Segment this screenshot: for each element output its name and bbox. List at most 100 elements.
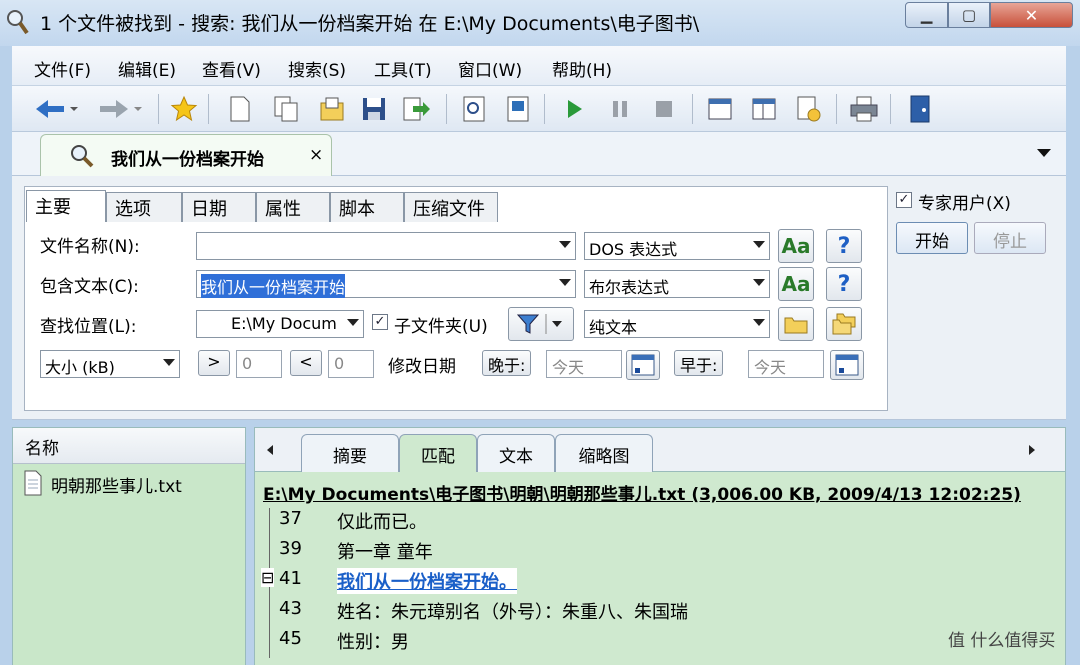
menu-search[interactable]: 搜索(S) <box>288 56 346 81</box>
forward-arrow-icon[interactable] <box>92 93 148 125</box>
text-mode-combo[interactable]: 布尔表达式 <box>584 270 770 298</box>
open-folder-icon[interactable] <box>316 93 348 125</box>
help-button-filename[interactable]: ? <box>826 229 862 263</box>
calendar-icon <box>631 354 655 376</box>
filename-label: 文件名称(N): <box>40 237 140 257</box>
before-date-input[interactable]: 今天 <box>748 350 824 378</box>
size-min-input[interactable]: 0 <box>236 350 282 378</box>
view-details-icon[interactable] <box>502 93 534 125</box>
subfolder-label: 子文件夹(U) <box>394 317 488 337</box>
exit-door-icon[interactable] <box>904 93 936 125</box>
window-title: 1 个文件被找到 - 搜索: 我们从一份档案开始 在 E:\My Documen… <box>40 13 700 35</box>
calendar-icon <box>835 354 859 376</box>
settings-document-icon[interactable] <box>792 93 824 125</box>
search-icon <box>71 145 94 168</box>
tab-list-dropdown-icon[interactable] <box>1036 148 1052 158</box>
tab-archives[interactable]: 压缩文件 <box>404 192 498 222</box>
toolbar <box>12 86 1066 132</box>
pause-icon[interactable] <box>604 93 636 125</box>
location-mode-combo[interactable]: 纯文本 <box>584 310 770 338</box>
menu-help[interactable]: 帮助(H) <box>552 56 612 81</box>
filename-mode-combo[interactable]: DOS 表达式 <box>584 232 770 260</box>
tab-date[interactable]: 日期 <box>182 192 256 222</box>
watermark: 值 什么值得买 <box>948 631 1056 651</box>
search-tab-strip: 我们从一份档案开始 × <box>12 132 1066 176</box>
folders-icon <box>832 313 856 335</box>
name-column-header[interactable]: 名称 <box>13 428 245 464</box>
print-icon[interactable] <box>848 93 880 125</box>
size-less-button[interactable]: < <box>290 350 322 376</box>
menu-bar: 文件(F) 编辑(E) 查看(V) 搜索(S) 工具(T) 窗口(W) 帮助(H… <box>12 46 1066 86</box>
text-combo[interactable]: 我们从一份档案开始 <box>196 270 576 298</box>
result-file-name: 明朝那些事儿.txt <box>51 477 182 497</box>
expert-user-checkbox[interactable]: ✓ <box>896 192 912 208</box>
search-tab-label: 我们从一份档案开始 <box>111 150 264 170</box>
browse-multiple-folders-button[interactable] <box>826 307 862 341</box>
expert-user-label: 专家用户(X) <box>918 194 1011 214</box>
export-icon[interactable] <box>400 93 432 125</box>
favorites-star-icon[interactable] <box>168 93 200 125</box>
scroll-left-icon[interactable] <box>265 444 275 456</box>
tab-attributes[interactable]: 属性 <box>256 192 330 222</box>
subfolder-checkbox[interactable]: ✓ <box>372 314 388 330</box>
after-button[interactable]: 晚于: <box>482 350 532 376</box>
before-calendar-button[interactable] <box>830 350 864 380</box>
before-button[interactable]: 早于: <box>674 350 724 376</box>
filename-combo[interactable] <box>196 232 576 260</box>
menu-view[interactable]: 查看(V) <box>202 56 261 81</box>
case-sensitive-button-text[interactable]: Aa <box>778 267 814 301</box>
search-criteria-panel: 主要 选项 日期 属性 脚本 压缩文件 文件名称(N): DOS 表达式 Aa … <box>12 176 1066 420</box>
tab-options[interactable]: 选项 <box>106 192 182 222</box>
stop-button[interactable]: 停止 <box>974 222 1046 254</box>
close-tab-icon[interactable]: × <box>309 145 323 165</box>
save-disk-icon[interactable] <box>358 93 390 125</box>
menu-file[interactable]: 文件(F) <box>34 56 91 81</box>
text-file-icon <box>24 470 42 496</box>
size-max-input[interactable]: 0 <box>328 350 374 378</box>
window-refresh-icon[interactable] <box>704 93 736 125</box>
minimize-button[interactable]: ▁ <box>905 2 948 28</box>
filter-button[interactable] <box>508 307 574 341</box>
back-arrow-icon[interactable] <box>28 93 84 125</box>
file-path-link[interactable]: E:\My Documents\电子图书\明朝\明朝那些事儿.txt (3,00… <box>263 480 1021 505</box>
maximize-button[interactable]: ▢ <box>948 2 990 28</box>
modified-date-label: 修改日期 <box>388 357 456 377</box>
location-combo[interactable]: E:\My Docum <box>196 310 364 338</box>
copy-document-icon[interactable] <box>270 93 302 125</box>
scroll-right-icon[interactable] <box>1027 444 1037 456</box>
menu-window[interactable]: 窗口(W) <box>458 56 522 81</box>
browse-folder-button[interactable] <box>778 307 814 341</box>
preview-icon[interactable] <box>458 93 490 125</box>
preview-tabs: 摘要 匹配 文本 缩略图 <box>255 428 1065 472</box>
menu-tools[interactable]: 工具(T) <box>374 56 432 81</box>
tab-thumbnail[interactable]: 缩略图 <box>555 434 653 472</box>
tab-summary[interactable]: 摘要 <box>301 434 399 472</box>
main-window: 1 个文件被找到 - 搜索: 我们从一份档案开始 在 E:\My Documen… <box>0 0 1080 665</box>
size-greater-button[interactable]: > <box>198 350 230 376</box>
folder-icon <box>784 317 808 334</box>
start-button[interactable]: 开始 <box>896 222 968 254</box>
preview-pane: 摘要 匹配 文本 缩略图 E:\My Documents\电子图书\明朝\明朝那… <box>254 427 1066 665</box>
menu-edit[interactable]: 编辑(E) <box>118 56 176 81</box>
after-calendar-button[interactable] <box>626 350 660 380</box>
location-label: 查找位置(L): <box>40 317 137 337</box>
tab-text[interactable]: 文本 <box>477 434 555 472</box>
close-button[interactable]: ✕ <box>990 2 1073 28</box>
new-document-icon[interactable] <box>224 93 256 125</box>
title-bar: 1 个文件被找到 - 搜索: 我们从一份档案开始 在 E:\My Documen… <box>0 0 1080 46</box>
window-layout-icon[interactable] <box>748 93 780 125</box>
collapse-icon[interactable]: ⊟ <box>261 568 275 587</box>
size-unit-combo[interactable]: 大小 (kB) <box>40 350 180 378</box>
play-icon[interactable] <box>558 93 590 125</box>
help-button-text[interactable]: ? <box>826 267 862 301</box>
tab-main[interactable]: 主要 <box>26 190 106 222</box>
tab-matches[interactable]: 匹配 <box>399 434 477 472</box>
tab-script[interactable]: 脚本 <box>330 192 404 222</box>
search-tab[interactable]: 我们从一份档案开始 × <box>40 134 332 176</box>
stop-icon[interactable] <box>648 93 680 125</box>
after-date-input[interactable]: 今天 <box>546 350 622 378</box>
case-sensitive-button[interactable]: Aa <box>778 229 814 263</box>
text-label: 包含文本(C): <box>40 277 139 297</box>
results-pane: 名称 明朝那些事儿.txt <box>12 427 246 665</box>
filter-funnel-icon <box>516 314 562 334</box>
